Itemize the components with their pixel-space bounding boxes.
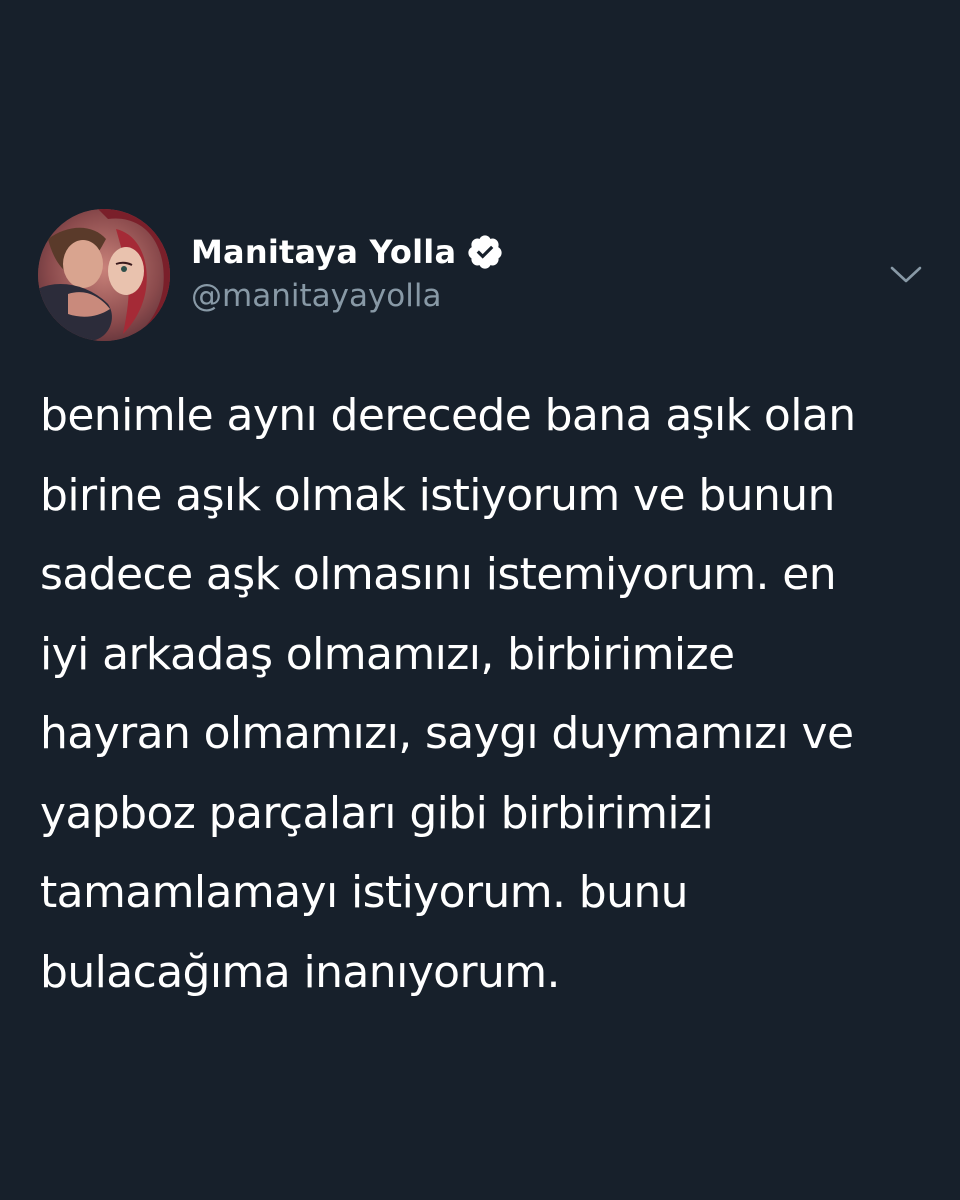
verified-badge-icon bbox=[466, 233, 504, 271]
avatar[interactable] bbox=[38, 209, 170, 341]
tweet-text-line: iyi arkadaş olmamızı, birbirimize bbox=[40, 628, 735, 680]
tweet-text-line: yapboz parçaları gibi birbirimizi bbox=[40, 787, 714, 839]
handle[interactable]: @manitayayolla bbox=[191, 278, 441, 314]
tweet-text-line: sadece aşk olmasını istemiyorum. en bbox=[40, 549, 837, 600]
chevron-down-icon bbox=[890, 266, 922, 283]
display-name[interactable]: Manitaya Yolla bbox=[191, 233, 456, 271]
tweet-text-line: tamamlamayı istiyorum. bunu bbox=[40, 867, 689, 918]
tweet-menu-button[interactable] bbox=[886, 258, 926, 292]
tweet-text-line: birine aşık olmak istiyorum ve bunun bbox=[40, 469, 835, 521]
tweet-text: benimle aynı derecede bana aşık olan bir… bbox=[40, 376, 940, 1012]
display-name-row: Manitaya Yolla bbox=[191, 228, 504, 276]
tweet-text-line: bulacağıma inanıyorum. bbox=[40, 946, 561, 998]
tweet-text-line: benimle aynı derecede bana aşık olan bbox=[40, 390, 856, 441]
tweet-text-line: hayran olmamızı, saygı duymamızı ve bbox=[40, 708, 854, 759]
tweet-card: Manitaya Yolla @manitayayolla benimle ay… bbox=[0, 0, 960, 1200]
avatar-illustration bbox=[38, 209, 170, 341]
